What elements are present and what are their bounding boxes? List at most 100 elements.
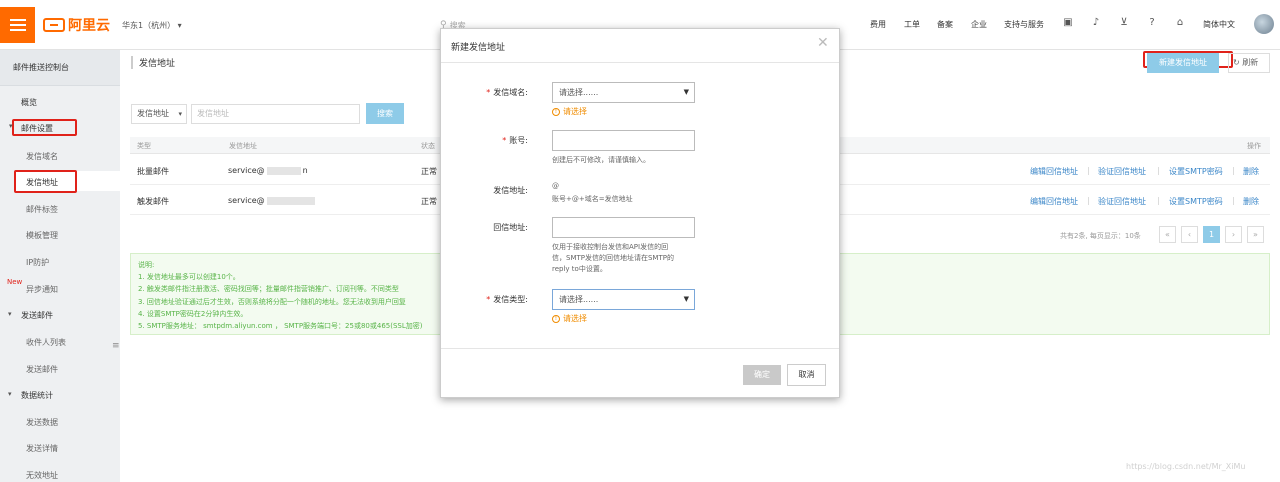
reply-hint: reply to中设置。 (552, 265, 607, 273)
watermark: https://blog.csdn.net/Mr_XiMu (1126, 462, 1246, 471)
domain-select-value: 请选择...... (559, 88, 599, 97)
terminal-icon[interactable]: ▣ (1062, 17, 1074, 29)
cart-icon[interactable]: ⊻ (1118, 17, 1130, 29)
nav-support[interactable]: 支持与服务 (1004, 19, 1044, 30)
page-title: 发信地址 (131, 56, 175, 69)
domain-label: * 发信域名: (486, 88, 528, 97)
set-smtp-password-link[interactable]: 设置SMTP密码 (1169, 166, 1223, 177)
pager-next[interactable]: › (1225, 226, 1242, 243)
nav-fees[interactable]: 费用 (870, 19, 886, 30)
caret-down-icon: ▼ (683, 295, 689, 303)
account-hint: 创建后不可修改，请谨慎输入。 (552, 156, 650, 164)
notice-line: 4. 设置SMTP密码在2分钟内生效。 (138, 310, 248, 318)
delete-link[interactable]: 删除 (1243, 166, 1259, 177)
warning-circle-icon: ! (552, 314, 560, 323)
domain-select[interactable]: 请选择...... ▼ (552, 82, 695, 103)
confirm-button[interactable]: 确定 (743, 365, 781, 385)
column-type: 类型 (137, 142, 151, 150)
cancel-button[interactable]: 取消 (787, 364, 826, 386)
sidebar-item-sender-domain[interactable]: 发信域名 (26, 151, 58, 162)
column-address: 发信地址 (229, 142, 257, 150)
verify-reply-address-link[interactable]: 验证回信地址 (1098, 166, 1146, 177)
address-prefix: service@ (228, 166, 265, 175)
sidebar-item-mail-tag[interactable]: 邮件标签 (26, 204, 58, 215)
account-input[interactable] (552, 130, 695, 151)
home-icon[interactable]: ⌂ (1174, 17, 1186, 29)
filter-type-select[interactable]: 发信地址 ▾ (131, 104, 187, 124)
sidebar-group-stats[interactable]: 数据统计 (21, 390, 53, 401)
reply-hint: 信，SMTP发信的回信地址请在SMTP的 (552, 254, 674, 262)
filter-type-value: 发信地址 (137, 109, 169, 118)
verify-reply-address-link[interactable]: 验证回信地址 (1098, 196, 1146, 207)
type-error: ! 请选择 (552, 313, 587, 324)
delete-link[interactable]: 删除 (1243, 196, 1259, 207)
sidebar-item-async-notify[interactable]: 异步通知 (26, 284, 58, 295)
triangle-down-icon: ▾ (9, 122, 13, 130)
nav-filing[interactable]: 备案 (937, 19, 953, 30)
sidebar-item-template[interactable]: 模板管理 (26, 230, 58, 241)
edit-reply-address-link[interactable]: 编辑回信地址 (1030, 166, 1078, 177)
sidebar-item-send-data[interactable]: 发送数据 (26, 417, 58, 428)
sender-address-label: 发信地址: (493, 186, 528, 195)
close-icon[interactable]: ✕ (817, 35, 829, 51)
avatar[interactable] (1254, 14, 1274, 34)
bell-icon[interactable]: ♪ (1090, 17, 1102, 29)
row-type: 批量邮件 (137, 167, 169, 176)
sidebar-item-sender-address[interactable]: 发信地址 (26, 177, 58, 188)
chevron-down-icon: ▾ (178, 110, 182, 118)
filter-input[interactable]: 发信地址 (191, 104, 360, 124)
help-icon[interactable]: ? (1146, 17, 1158, 29)
sidebar-item-invalid-address[interactable]: 无效地址 (26, 470, 58, 481)
chevron-down-icon: ▾ (177, 21, 182, 30)
language-switch[interactable]: 简体中文 (1203, 19, 1235, 30)
pager-summary: 共有2条, 每页显示：10条 (1060, 232, 1141, 240)
aliyun-bracket-icon (43, 18, 65, 32)
redacted-block (266, 196, 315, 205)
notice-line: 1. 发信地址最多可以创建10个。 (138, 273, 240, 281)
search-button[interactable]: 搜索 (366, 103, 404, 124)
redacted-block (266, 166, 301, 175)
sidebar-item-send-email[interactable]: 发送邮件 (26, 364, 58, 375)
triangle-down-icon: ▾ (8, 390, 12, 398)
brand-logo[interactable]: 阿里云 (43, 16, 110, 34)
row-type: 触发邮件 (137, 197, 169, 206)
sidebar-group-send-mail[interactable]: 发送邮件 (21, 310, 53, 321)
notice-line: 2. 触发类邮件指注册激活、密码找回等；批量邮件指营销推广、订阅刊等。不同类型 (138, 285, 399, 293)
edit-reply-address-link[interactable]: 编辑回信地址 (1030, 196, 1078, 207)
new-sender-address-button[interactable]: 新建发信地址 (1147, 53, 1219, 73)
sidebar-item-ip-protect[interactable]: IP防护 (26, 257, 49, 268)
address-suffix: n (302, 166, 308, 175)
sidebar-item-recipient-list[interactable]: 收件人列表 (26, 337, 66, 348)
reply-address-input[interactable] (552, 217, 695, 238)
refresh-label: 刷新 (1242, 58, 1259, 67)
reply-hint: 仅用于接收控制台发信和API发信的回 (552, 243, 669, 251)
triangle-down-icon: ▾ (8, 310, 12, 318)
column-actions: 操作 (1247, 142, 1261, 150)
reply-address-label: 回信地址: (493, 223, 528, 232)
region-label: 华东1（杭州） (122, 21, 176, 30)
refresh-button[interactable]: ↻ 刷新 (1228, 53, 1270, 73)
new-badge: New (7, 278, 23, 286)
address-prefix: service@ (228, 196, 265, 205)
type-label: * 发信类型: (486, 295, 528, 304)
collapse-sidebar-icon[interactable]: ≡ (112, 341, 120, 351)
pager-last[interactable]: » (1247, 226, 1264, 243)
type-select[interactable]: 请选择...... ▼ (552, 289, 695, 310)
sidebar-item-overview[interactable]: 概览 (21, 97, 37, 108)
row-address: service@ (228, 196, 315, 205)
nav-ticket[interactable]: 工单 (904, 19, 920, 30)
sidebar-title: 邮件推送控制台 (0, 50, 120, 86)
pager-page-1[interactable]: 1 (1203, 226, 1220, 243)
sidebar-item-mail-settings[interactable]: 邮件设置 (21, 123, 53, 134)
sidebar-item-send-detail[interactable]: 发送详情 (26, 443, 58, 454)
region-selector[interactable]: 华东1（杭州） ▾ (122, 20, 182, 31)
caret-down-icon: ▼ (683, 88, 689, 96)
row-status: 正常 (421, 167, 437, 176)
nav-enterprise[interactable]: 企业 (971, 19, 987, 30)
pager-first[interactable]: « (1159, 226, 1176, 243)
sender-at: @ (552, 182, 559, 190)
pager-prev[interactable]: ‹ (1181, 226, 1198, 243)
set-smtp-password-link[interactable]: 设置SMTP密码 (1169, 196, 1223, 207)
menu-icon[interactable] (0, 7, 35, 43)
sender-formula: 账号+@+域名=发信地址 (552, 195, 633, 203)
